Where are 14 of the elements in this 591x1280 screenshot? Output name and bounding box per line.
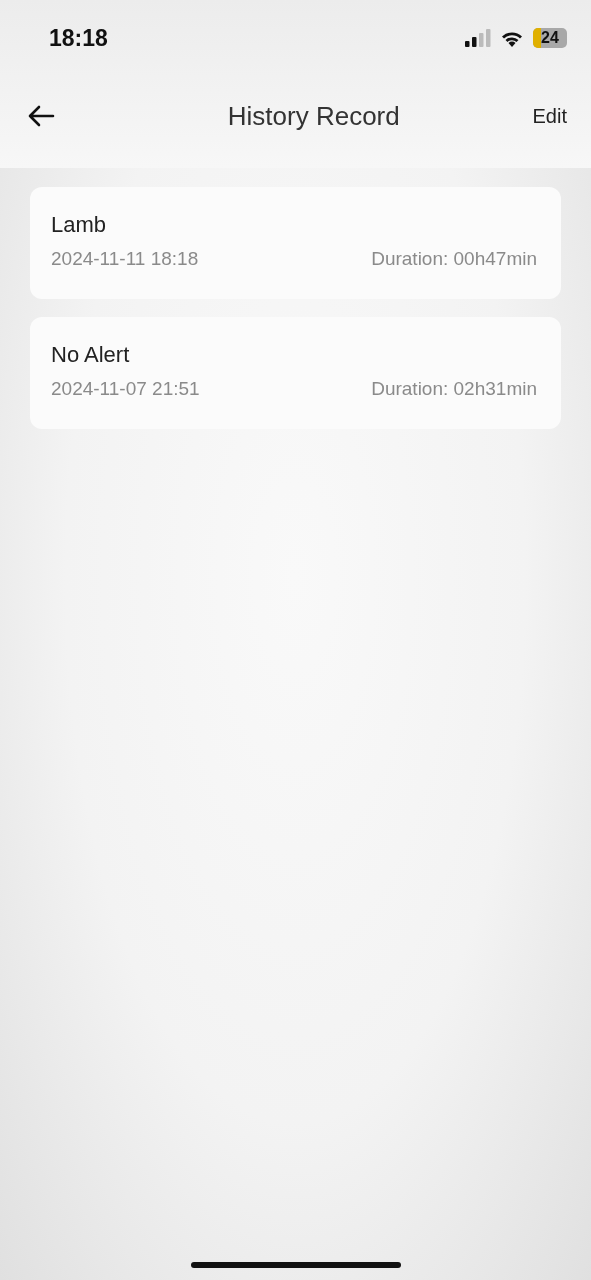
- signal-icon: [465, 29, 491, 47]
- record-duration: Duration: 02h31min: [371, 378, 537, 400]
- record-duration: Duration: 00h47min: [371, 248, 537, 270]
- page-title: History Record: [227, 100, 400, 132]
- record-name: No Alert: [51, 342, 131, 368]
- record-name: Lamb: [51, 212, 108, 238]
- record-card[interactable]: No Alert 2024-11-07 21:51 Duration: 02h31min: [30, 317, 561, 429]
- record-datetime: 2024-11-11 18:18: [51, 248, 199, 270]
- record-card[interactable]: Lamb 2024-11-11 18:18 Duration: 00h47min: [30, 187, 561, 299]
- back-button[interactable]: [27, 104, 55, 128]
- record-datetime: 2024-11-07 21:51: [51, 378, 200, 400]
- edit-button[interactable]: Edit: [532, 104, 567, 128]
- battery-percent: 24: [541, 29, 559, 47]
- status-time: 18:18: [49, 24, 108, 52]
